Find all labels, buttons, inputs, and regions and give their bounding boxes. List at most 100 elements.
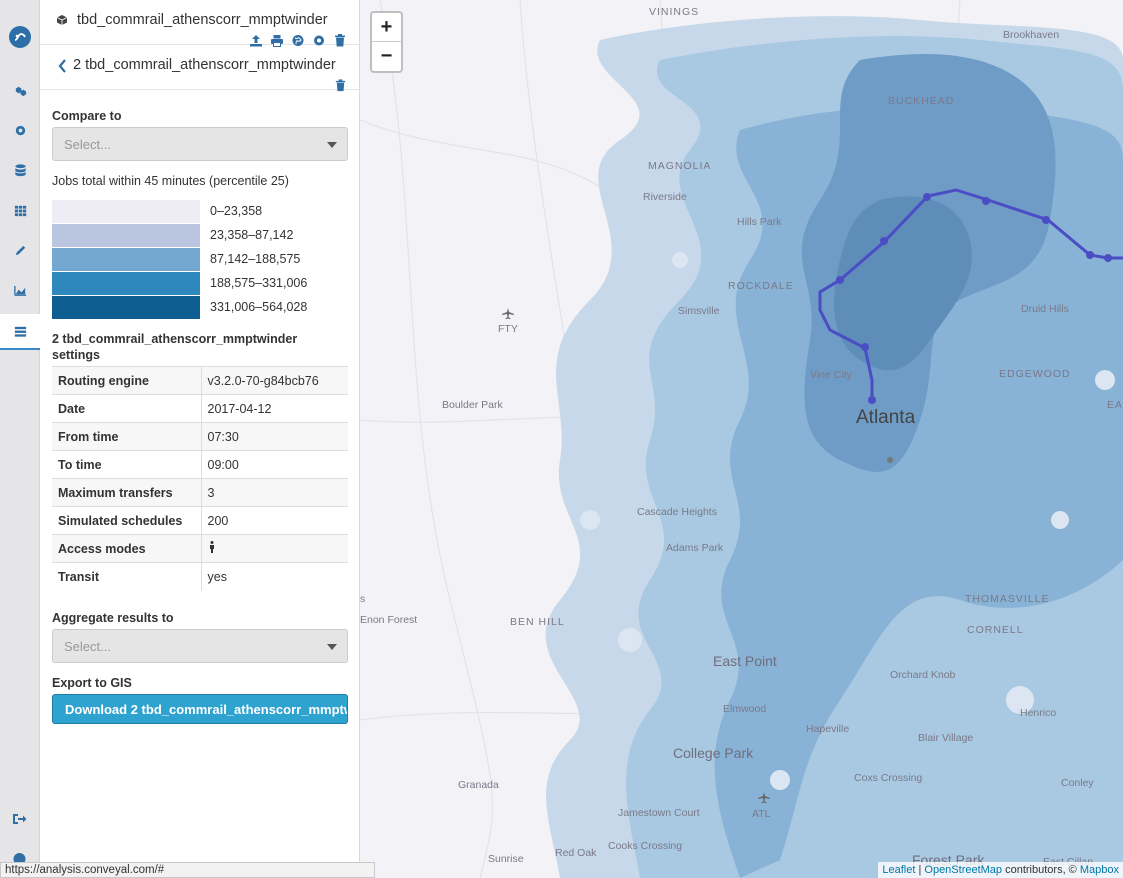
settings-value: 09:00 (201, 450, 348, 479)
project-title: tbd_commrail_athenscorr_mmptwinder (77, 12, 328, 28)
zoom-control: + − (370, 11, 403, 73)
leaflet-link[interactable]: Leaflet (882, 864, 915, 876)
legend-swatch (52, 248, 200, 271)
place-label: ATL (752, 808, 771, 820)
place-label: Red Oak (555, 847, 597, 859)
settings-value: yes (201, 562, 348, 591)
place-label: Conley (1061, 777, 1094, 789)
settings-key: To time (52, 450, 202, 479)
sign-out-icon[interactable] (12, 812, 27, 826)
place-label: BUCKHEAD (888, 95, 955, 107)
place-label: EA (1107, 399, 1123, 411)
aggregate-label: Aggregate results to (52, 611, 174, 625)
icon-rail (0, 0, 40, 878)
legend-range: 23,358–87,142 (210, 228, 294, 242)
place-label: MAGNOLIA (648, 160, 712, 172)
settings-key: From time (52, 422, 202, 451)
table-row: Date 2017-04-12 (52, 394, 348, 423)
place-label: BEN HILL (510, 616, 565, 628)
legend-range: 188,575–331,006 (210, 276, 308, 290)
place-label: College Park (673, 745, 754, 761)
download-button[interactable]: Download 2 tbd_commrail_athenscorr_mmptw… (52, 694, 348, 724)
legend-range: 0–23,358 (210, 204, 263, 218)
legend-range: 87,142–188,575 (210, 252, 301, 266)
osm-link[interactable]: OpenStreetMap (924, 864, 1002, 876)
place-label: CORNELL (967, 624, 1024, 636)
airport-icon (502, 308, 514, 320)
place-label: Druid Hills (1021, 303, 1069, 315)
legend-swatch (52, 224, 200, 247)
place-label: Orchard Knob (890, 669, 956, 681)
place-label: Simsville (678, 305, 720, 317)
table-row: Routing engine v3.2.0-70-g84bcb76 (52, 366, 348, 395)
place-label: Adams Park (666, 542, 724, 554)
compare-placeholder: Select... (64, 137, 111, 152)
caret-down-icon (327, 142, 337, 148)
place-label: Granada (458, 779, 499, 791)
settings-key: Access modes (52, 534, 202, 563)
gear-icon[interactable] (0, 116, 40, 144)
place-label: Jamestown Court (618, 807, 700, 819)
place-label: Elmwood (723, 703, 767, 715)
map[interactable]: + − VININGS Brookhaven BUCKHEAD MAGNOLIA… (360, 0, 1123, 878)
zoom-out-button[interactable]: − (372, 42, 401, 71)
legend-swatch (52, 200, 200, 223)
trash-icon[interactable] (334, 79, 347, 92)
settings-value: 07:30 (201, 422, 348, 451)
table-row: Transit yes (52, 562, 348, 591)
settings-value: 3 (201, 478, 348, 507)
status-url: https://analysis.conveyal.com/# (0, 862, 375, 878)
settings-key: Simulated schedules (52, 506, 202, 535)
place-label: Cooks Crossing (608, 840, 683, 852)
place-label: VININGS (649, 6, 700, 18)
grid-icon[interactable] (0, 196, 40, 224)
table-row: Maximum transfers 3 (52, 478, 348, 507)
place-label: Hapeville (806, 723, 850, 735)
legend-title: Jobs total within 45 minutes (percentile… (52, 174, 289, 188)
settings-key: Date (52, 394, 202, 423)
table-row: To time 09:00 (52, 450, 348, 479)
place-label: East Point (713, 653, 777, 669)
place-label: Boulder Park (442, 399, 503, 411)
mapbox-link[interactable]: Mapbox (1080, 864, 1119, 876)
regions-icon[interactable] (0, 76, 40, 104)
legend-swatch (52, 296, 200, 319)
place-label: THOMASVILLE (965, 593, 1050, 605)
sidebar-panel: tbd_commrail_athenscorr_mmptwinder 2 tbd… (40, 0, 360, 878)
settings-value: 200 (201, 506, 348, 535)
analysis-icon[interactable] (0, 314, 40, 350)
place-label: Cascade Heights (637, 506, 717, 518)
back-chevron-icon[interactable] (58, 59, 67, 78)
settings-title: 2 tbd_commrail_athenscorr_mmptwinder set… (52, 332, 298, 362)
place-label: Vine City (810, 369, 852, 381)
pencil-icon[interactable] (0, 236, 40, 264)
conveyal-logo-icon[interactable] (9, 26, 31, 48)
walk-icon (209, 541, 214, 553)
aggregate-select[interactable]: Select... (52, 629, 348, 663)
attribution-text: contributors, © (1002, 864, 1080, 876)
place-label: Hills Park (737, 216, 782, 228)
place-label: Blair Village (918, 732, 974, 744)
table-row: Access modes (52, 534, 348, 563)
settings-key: Maximum transfers (52, 478, 202, 507)
settings-key: Transit (52, 562, 202, 591)
place-label: Riverside (643, 191, 687, 203)
place-label: s (360, 593, 366, 605)
place-label: FTY (498, 323, 518, 335)
settings-value: v3.2.0-70-g84bcb76 (201, 366, 348, 395)
cube-icon (56, 15, 68, 25)
compare-select[interactable]: Select... (52, 127, 348, 161)
caret-down-icon (327, 644, 337, 650)
analysis-header: 2 tbd_commrail_athenscorr_mmptwinder (40, 46, 360, 92)
settings-table: Routing engine v3.2.0-70-g84bcb76 Date 201… (52, 366, 348, 591)
database-icon[interactable] (0, 156, 40, 184)
settings-value: 2017-04-12 (201, 394, 348, 423)
area-chart-icon[interactable] (0, 276, 40, 304)
zoom-in-button[interactable]: + (372, 13, 401, 42)
place-label: Sunrise (488, 853, 524, 865)
project-header: tbd_commrail_athenscorr_mmptwinder (40, 0, 360, 47)
place-label: Enon Forest (360, 614, 418, 626)
export-label: Export to GIS (52, 676, 132, 690)
place-label: Coxs Crossing (854, 772, 923, 784)
airport-icon (758, 792, 770, 804)
